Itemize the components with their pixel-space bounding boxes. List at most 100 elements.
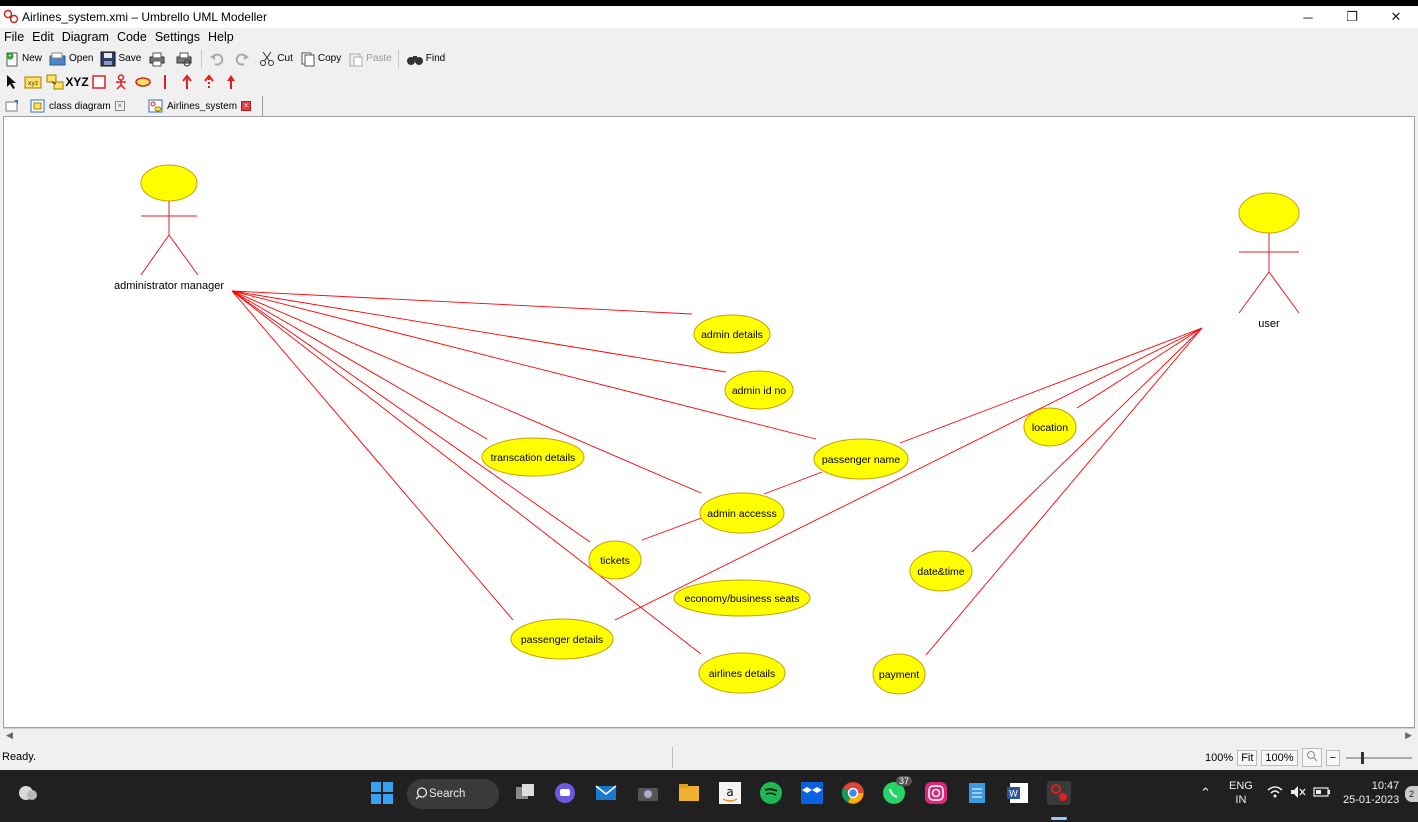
box-tool[interactable] (88, 71, 110, 93)
usecase-passenger-name[interactable]: passenger name (813, 438, 909, 480)
restore-button[interactable]: ❐ (1330, 6, 1374, 28)
dependency-tool[interactable] (198, 71, 220, 93)
save-button[interactable]: Save (100, 49, 141, 69)
actor-user[interactable]: user (1238, 192, 1300, 330)
new-tab-button[interactable] (0, 96, 24, 116)
svg-text:xyz: xyz (28, 80, 38, 87)
diagram-canvas[interactable]: administrator manager user admin details (3, 116, 1415, 728)
cut-button[interactable]: Cut (259, 49, 293, 69)
task-view-icon[interactable] (513, 781, 537, 805)
chat-icon[interactable] (553, 781, 577, 805)
close-button[interactable]: ✕ (1374, 6, 1418, 28)
scroll-left-icon[interactable]: ◀ (6, 730, 13, 741)
actor-label: administrator manager (114, 280, 224, 292)
zoom-out-button[interactable] (1301, 748, 1322, 767)
spotify-icon[interactable] (759, 781, 783, 805)
fit-button[interactable]: Fit (1237, 749, 1258, 766)
arrow-up-icon (182, 74, 192, 89)
notification-badge[interactable]: 2 (1405, 786, 1418, 802)
menu-file[interactable]: File (0, 30, 28, 44)
usecase-admin-access[interactable]: admin accesss (699, 492, 785, 534)
weather-cloud-icon[interactable] (16, 781, 40, 805)
menu-code[interactable]: Code (113, 30, 151, 44)
association-line[interactable] (763, 471, 823, 495)
undo-button[interactable] (209, 49, 227, 69)
usecase-tickets[interactable]: tickets (588, 540, 642, 580)
select-tool[interactable] (0, 71, 22, 93)
usecase-date-time[interactable]: date&time (909, 550, 973, 592)
menu-help[interactable]: Help (204, 30, 238, 44)
notepad-icon[interactable] (965, 781, 989, 805)
association-tool[interactable] (154, 71, 176, 93)
redo-button[interactable] (234, 49, 252, 69)
mail-icon[interactable] (594, 781, 618, 805)
usecase-transaction-details[interactable]: transcation details (481, 437, 585, 477)
windows-start-icon[interactable] (370, 781, 394, 805)
actor-tool[interactable] (110, 71, 132, 93)
print-button[interactable] (148, 49, 168, 69)
status-divider (672, 747, 673, 768)
find-button[interactable]: Find (406, 49, 445, 69)
chevron-up-icon[interactable]: ⌃ (1200, 785, 1211, 801)
association-line[interactable] (614, 327, 1203, 621)
clock[interactable]: 10:47 25-01-2023 (1343, 779, 1399, 807)
zoom-minus-button[interactable]: − (1325, 749, 1340, 766)
menu-settings[interactable]: Settings (151, 30, 204, 44)
taskbar-search[interactable]: Search (407, 779, 499, 809)
usecase-economy-business-seats[interactable]: economy/business seats (673, 579, 811, 617)
copy-button[interactable]: Copy (300, 49, 341, 69)
amazon-icon[interactable]: a (718, 781, 742, 805)
volume-muted-icon[interactable] (1290, 785, 1306, 799)
instagram-icon[interactable] (924, 781, 948, 805)
camera-icon[interactable] (636, 781, 660, 805)
generalization-tool[interactable] (220, 71, 242, 93)
usecase-admin-id-no[interactable]: admin id no (724, 370, 794, 410)
tab-airlines-system[interactable]: Airlines_system × (144, 96, 255, 116)
file-explorer-icon[interactable] (677, 781, 701, 805)
association-line[interactable] (231, 290, 591, 543)
association-line[interactable] (641, 516, 705, 541)
association-line[interactable] (971, 327, 1203, 553)
umbrello-taskbar-icon[interactable] (1047, 781, 1071, 805)
language-indicator[interactable]: ENG IN (1229, 779, 1253, 807)
menu-edit[interactable]: Edit (28, 30, 58, 44)
tab-close-icon[interactable]: × (241, 101, 252, 111)
zoom-slider-thumb[interactable] (1361, 751, 1364, 764)
usecase-admin-details[interactable]: admin details (693, 314, 771, 354)
tab-class-diagram[interactable]: class diagram × (26, 96, 129, 116)
association-line[interactable] (231, 290, 514, 621)
open-button[interactable]: Open (49, 49, 93, 69)
association-line[interactable] (231, 290, 488, 440)
print-preview-button[interactable] (175, 49, 195, 69)
note-tool[interactable]: xyz (22, 71, 44, 93)
paste-button[interactable]: Paste (348, 49, 392, 69)
tab-close-icon[interactable]: × (114, 101, 125, 111)
word-icon[interactable]: W (1006, 781, 1030, 805)
dropbox-icon[interactable] (800, 781, 824, 805)
zoom-reset-button[interactable]: 100% (1261, 749, 1298, 766)
actor-administrator-manager[interactable]: administrator manager (114, 164, 224, 292)
association-line[interactable] (925, 327, 1203, 656)
menu-diagram[interactable]: Diagram (58, 30, 113, 44)
new-button[interactable]: + New (4, 49, 42, 69)
actor-leg (1268, 271, 1300, 314)
usecase-payment[interactable]: payment (872, 653, 926, 695)
save-disk-icon (100, 51, 116, 66)
usecase-location[interactable]: location (1023, 407, 1077, 447)
scroll-right-icon[interactable]: ▶ (1405, 730, 1412, 741)
svg-text:airlines details: airlines details (709, 668, 776, 680)
directed-association-tool[interactable] (176, 71, 198, 93)
usecase-airlines-details[interactable]: airlines details (698, 652, 786, 694)
text-tool[interactable]: XYZ (65, 71, 88, 93)
chrome-icon[interactable] (841, 781, 865, 805)
anchor-tool[interactable] (44, 71, 66, 93)
svg-text:W: W (1009, 790, 1018, 800)
zoom-slider[interactable] (1344, 750, 1414, 766)
wifi-icon[interactable] (1267, 785, 1283, 799)
battery-icon[interactable] (1313, 786, 1331, 798)
association-line[interactable] (231, 290, 702, 655)
horizontal-scrollbar[interactable]: ◀ ▶ (3, 728, 1415, 742)
usecase-tool[interactable] (132, 71, 154, 93)
usecase-passenger-details[interactable]: passenger details (510, 618, 614, 660)
minimize-button[interactable]: ─ (1286, 6, 1330, 28)
